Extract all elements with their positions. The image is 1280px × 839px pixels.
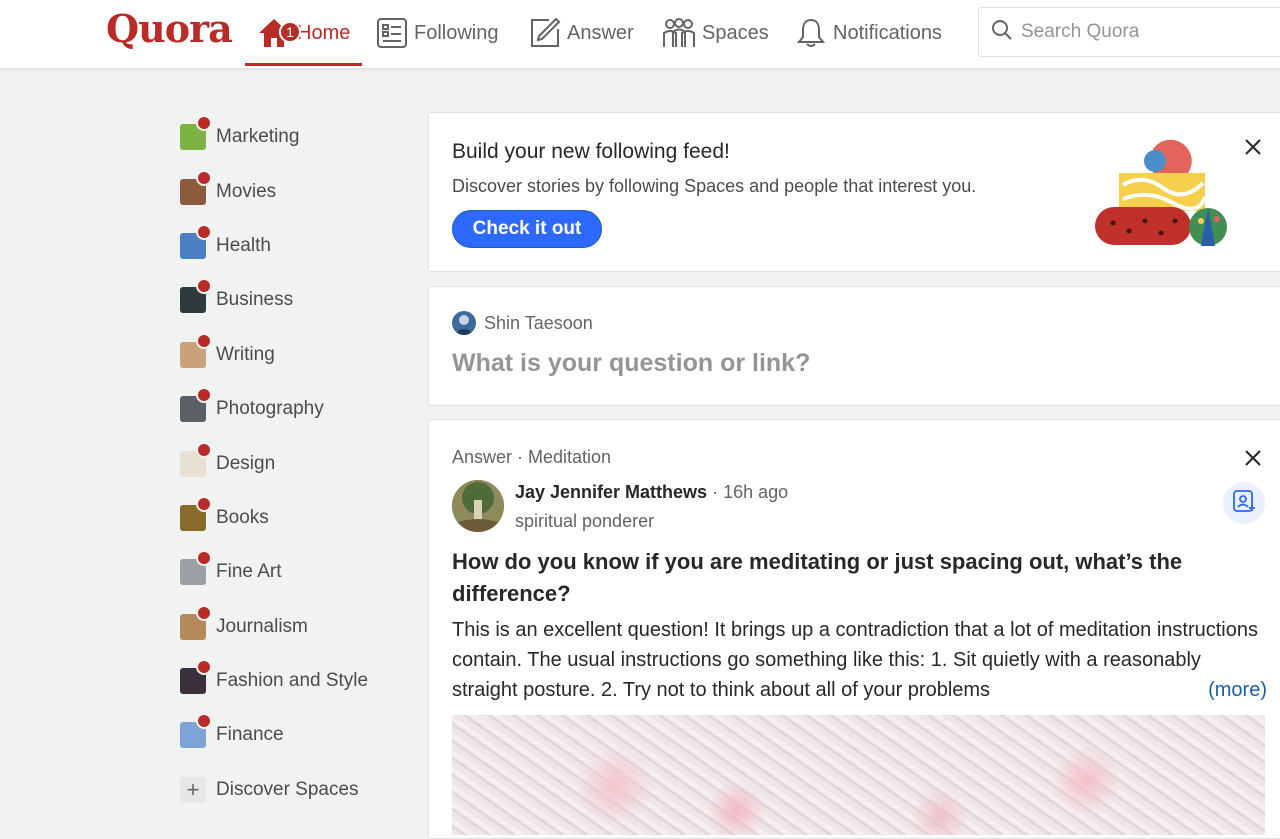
ask-question-box[interactable]: Shin Taesoon What is your question or li… (428, 286, 1280, 406)
answer-time: · 16h ago (707, 482, 789, 502)
answer-image[interactable] (452, 715, 1265, 835)
unread-dot (196, 115, 212, 132)
plus-icon: + (180, 776, 206, 803)
search-bar[interactable] (978, 7, 1280, 57)
close-icon (1243, 450, 1263, 472)
spaces-sidebar: Marketing Movies Health Business Writing… (180, 110, 410, 817)
answer-pencil-icon (529, 17, 561, 49)
check-it-out-button[interactable]: Check it out (452, 210, 602, 248)
home-icon: 1 (257, 17, 301, 49)
author-credential: spiritual ponderer (515, 511, 655, 531)
question-title[interactable]: How do you know if you are meditating or… (452, 546, 1242, 610)
sidebar-item-label: Design (216, 452, 276, 474)
spaces-people-icon (662, 17, 696, 49)
following-icon (376, 17, 408, 49)
sidebar-item-books[interactable]: Books (180, 491, 410, 545)
author-avatar[interactable] (452, 480, 504, 532)
sidebar-item-label: Health (216, 234, 271, 256)
fashion-thumbnail (180, 659, 212, 695)
dismiss-answer-button[interactable] (1243, 448, 1265, 470)
close-prompt-button[interactable] (1243, 137, 1265, 159)
nav-following-label: Following (414, 21, 499, 44)
discover-spaces-link[interactable]: + Discover Spaces (180, 763, 410, 817)
answer-body[interactable]: This is an excellent question! It brings… (452, 615, 1267, 705)
prompt-title: Build your new following feed! (452, 140, 730, 163)
question-input-placeholder[interactable]: What is your question or link? (452, 349, 810, 378)
sidebar-item-label: Fine Art (216, 561, 282, 583)
journalism-thumbnail (180, 604, 212, 640)
sidebar-item-finance[interactable]: Finance (180, 708, 410, 762)
sidebar-item-label: Books (216, 506, 269, 528)
bell-icon (795, 17, 827, 49)
sidebar-item-design[interactable]: Design (180, 436, 410, 490)
nav-notifications[interactable]: Notifications (795, 0, 942, 66)
nav-home[interactable]: 1 Home (244, 0, 363, 66)
answer-card: Answer · Meditation Jay Jennifer Matthew… (428, 419, 1280, 839)
sidebar-item-fashion-and-style[interactable]: Fashion and Style (180, 654, 410, 708)
user-avatar (452, 311, 476, 335)
sidebar-item-photography[interactable]: Photography (180, 382, 410, 436)
top-header: Quora 1 Home Following Answer Spaces Not… (0, 0, 1280, 69)
sidebar-item-fine-art[interactable]: Fine Art (180, 545, 410, 599)
follow-author-button[interactable] (1223, 482, 1265, 524)
search-input[interactable] (1019, 20, 1280, 44)
nav-answer[interactable]: Answer (529, 0, 634, 66)
sidebar-item-label: Fashion and Style (216, 670, 369, 692)
business-thumbnail (180, 278, 212, 314)
movies-thumbnail (180, 169, 212, 205)
unread-dot (196, 659, 212, 676)
nav-answer-label: Answer (567, 21, 634, 44)
sidebar-item-journalism[interactable]: Journalism (180, 600, 410, 654)
sidebar-item-label: Writing (216, 343, 275, 365)
author-name[interactable]: Jay Jennifer Matthews (515, 482, 707, 502)
finance-thumbnail (180, 713, 212, 749)
unread-dot (196, 332, 212, 349)
nav-home-label: Home (297, 21, 351, 44)
sidebar-item-writing[interactable]: Writing (180, 328, 410, 382)
follow-person-icon (1232, 489, 1256, 518)
unread-dot (196, 441, 212, 458)
writing-thumbnail (180, 332, 212, 368)
photography-thumbnail (180, 387, 212, 423)
unread-dot (196, 278, 212, 295)
fine-art-thumbnail (180, 550, 212, 586)
feed-illustration (1093, 133, 1233, 253)
marketing-thumbnail (180, 115, 212, 151)
close-icon (1243, 139, 1263, 161)
unread-dot (196, 713, 212, 730)
sidebar-item-label: Photography (216, 398, 324, 420)
sidebar-item-marketing[interactable]: Marketing (180, 110, 410, 164)
sidebar-item-label: Finance (216, 724, 284, 746)
sidebar-item-label: Journalism (216, 615, 308, 637)
sidebar-item-movies[interactable]: Movies (180, 164, 410, 218)
discover-spaces-label: Discover Spaces (216, 778, 359, 800)
prompt-subtitle: Discover stories by following Spaces and… (452, 176, 977, 196)
author-line: Jay Jennifer Matthews · 16h ago (515, 482, 788, 503)
sidebar-item-label: Movies (216, 180, 277, 202)
search-icon (991, 19, 1013, 46)
sidebar-item-health[interactable]: Health (180, 219, 410, 273)
unread-dot (196, 495, 212, 512)
sidebar-item-label: Business (216, 289, 294, 311)
sidebar-item-business[interactable]: Business (180, 273, 410, 327)
nav-spaces[interactable]: Spaces (662, 0, 769, 66)
unread-dot (196, 550, 212, 567)
quora-logo[interactable]: Quora (106, 6, 233, 51)
unread-dot (196, 169, 212, 186)
sidebar-item-label: Marketing (216, 126, 300, 148)
books-thumbnail (180, 495, 212, 531)
more-link[interactable]: (more) (1180, 675, 1267, 705)
nav-following[interactable]: Following (376, 0, 498, 66)
nav-spaces-label: Spaces (702, 21, 769, 44)
unread-dot (196, 604, 212, 621)
nav-notifications-label: Notifications (833, 21, 942, 44)
home-notification-badge: 1 (279, 21, 301, 43)
following-feed-prompt-card: Build your new following feed! Discover … (428, 112, 1280, 272)
health-thumbnail (180, 223, 212, 259)
answer-meta[interactable]: Answer · Meditation (452, 447, 611, 468)
unread-dot (196, 387, 212, 404)
design-thumbnail (180, 441, 212, 477)
unread-dot (196, 223, 212, 240)
user-name: Shin Taesoon (484, 313, 593, 333)
